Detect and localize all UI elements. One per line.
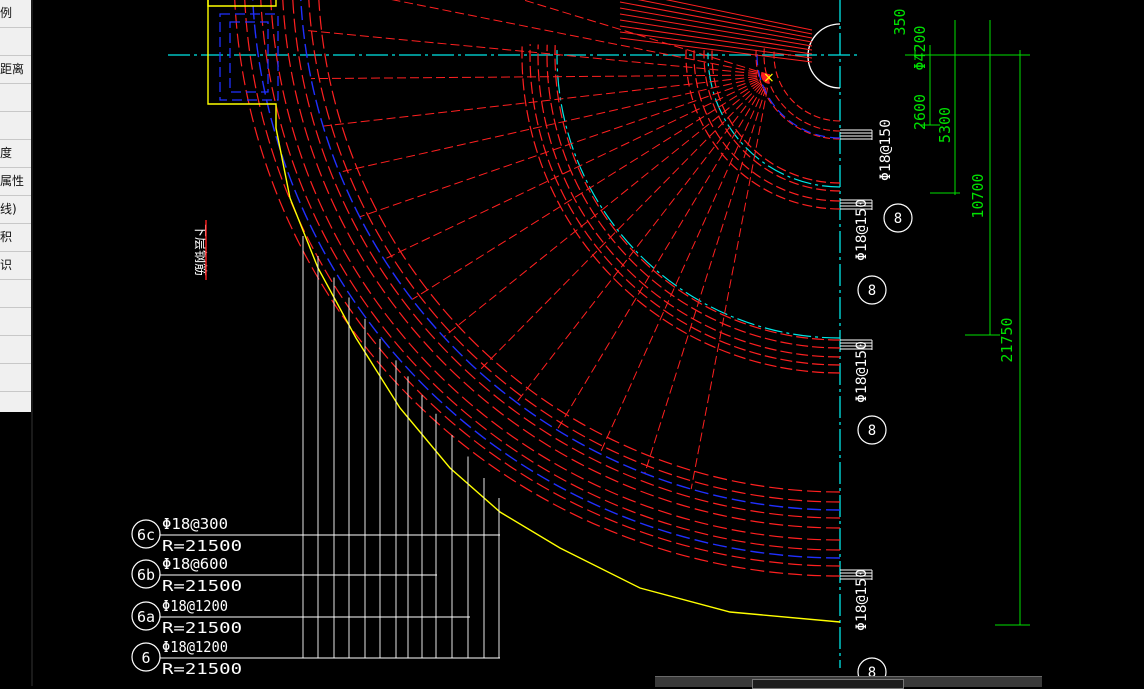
rebar-arc-outer: [260, 0, 841, 551]
bar-mark-number: 8: [868, 283, 876, 299]
dimension-text: 350: [891, 8, 909, 35]
blue-rebar-arc-inner: [756, 52, 841, 139]
rebar-radius-text: R=21500: [162, 577, 242, 595]
rebar-arc-middle: [521, 43, 841, 374]
rebar-arc-middle: [529, 44, 841, 366]
radial-rebar-line: [359, 74, 771, 218]
rebar-callout-number: 6c: [137, 526, 155, 544]
radial-rebar-line: [619, 1, 813, 39]
red-rebar-arcs: [234, 0, 841, 577]
rebar-arc-outer: [308, 0, 841, 503]
rebar-spec-text: Φ18@300: [162, 515, 228, 533]
rebar-spec-text: Φ18@1200: [162, 638, 228, 656]
bar-mark-spec: Φ18@150: [878, 119, 894, 181]
radial-rebar-line: [599, 74, 771, 454]
rebar-arc-outer: [244, 0, 841, 567]
radial-rebar-line: [311, 74, 771, 80]
column-ring: [773, 49, 841, 122]
pilaster-blue-rebar: [219, 13, 279, 101]
rebar-arc-outer: [234, 0, 841, 577]
dimension-text: 10700: [969, 173, 987, 218]
radial-rebar-line: [303, 29, 771, 76]
bar-mark-spec: Φ18@150: [854, 341, 870, 403]
rebar-callout-number: 6b: [137, 566, 155, 584]
rebar-spec-text: Φ18@600: [162, 555, 228, 573]
dimension-text: Φ4200: [911, 25, 929, 70]
cad-drawing-canvas[interactable]: × 6cΦ18@300R=215006bΦ18@600R=215006aΦ18@…: [0, 0, 1144, 686]
bar-mark-spec: Φ18@150: [854, 199, 870, 261]
bar-mark-number: 8: [894, 211, 902, 227]
rebar-radius-text: R=21500: [162, 660, 242, 678]
bar-mark-number: 8: [868, 423, 876, 439]
rebar-callout-number: 6a: [137, 608, 155, 626]
rebar-callout-number: 6: [141, 649, 150, 667]
rebar-radius-text: R=21500: [162, 619, 242, 637]
blue-rebar-arcs: [219, 0, 841, 559]
bar-mark-spec: Φ18@150: [854, 569, 870, 631]
rebar-arc-inner: [711, 50, 841, 184]
radial-rebar-line: [644, 74, 771, 474]
radial-rebar-line: [443, 74, 771, 338]
rebar-leader-lines: [160, 129, 873, 659]
marker-cross: ×: [763, 70, 775, 86]
rebar-arc-outer: [270, 0, 841, 541]
column-ring: [755, 47, 841, 140]
radial-rebar-line: [556, 74, 771, 431]
radial-rebar-line: [411, 74, 771, 300]
rebar-spec-text: Φ18@1200: [162, 597, 228, 615]
rebar-arc-middle: [537, 44, 841, 358]
status-bar: [655, 676, 1042, 689]
radial-rebar-line: [478, 74, 771, 372]
command-input-box[interactable]: [752, 679, 904, 689]
dimension-text: 2600: [911, 94, 929, 130]
pilaster-top: [207, 0, 277, 7]
rebar-arc-outer: [282, 0, 841, 529]
radial-rebar-line: [383, 74, 771, 260]
rebar-arc-middle: [554, 45, 841, 341]
radial-rebar-line: [322, 74, 771, 127]
dimension-text: 21750: [998, 317, 1016, 362]
rebar-arc-middle: [546, 44, 841, 349]
rebar-radius-text: R=21500: [162, 537, 242, 555]
dimension-text: 5300: [936, 107, 954, 143]
column-outline: [807, 23, 841, 89]
radial-rebar-lines: ×: [303, 0, 813, 490]
radial-rebar-line: [637, 0, 813, 35]
annotation-texts: 6cΦ18@300R=215006bΦ18@600R=215006aΦ18@12…: [131, 8, 1016, 686]
radial-rebar-line: [690, 74, 771, 490]
